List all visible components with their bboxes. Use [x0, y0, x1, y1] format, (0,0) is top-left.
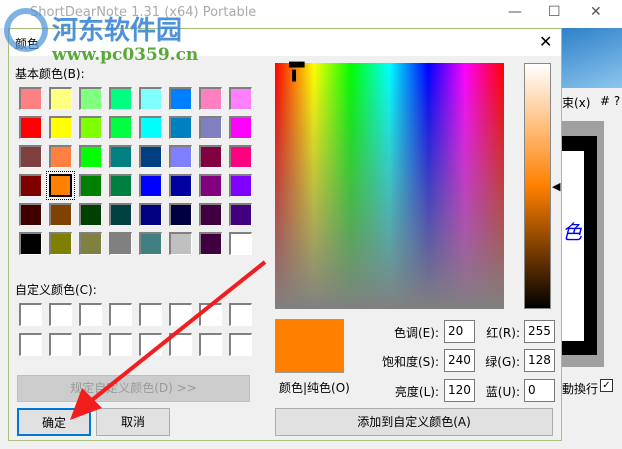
- annotation-arrow: [70, 260, 267, 420]
